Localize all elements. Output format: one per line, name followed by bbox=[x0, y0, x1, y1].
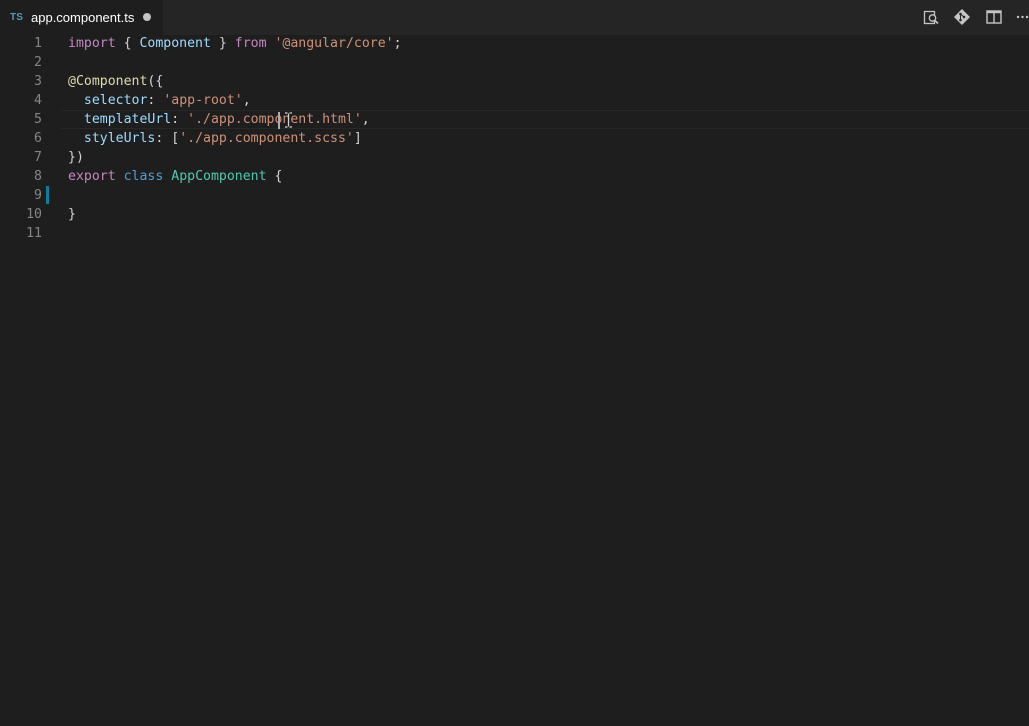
code-token: { bbox=[115, 36, 140, 51]
code-token: ; bbox=[393, 36, 402, 51]
line-number: 4 bbox=[34, 93, 42, 108]
code-line[interactable]: 3 @Component({ bbox=[0, 72, 1029, 91]
split-editor-icon[interactable] bbox=[985, 8, 1003, 26]
code-token: Component bbox=[139, 36, 211, 51]
code-line[interactable]: 10} bbox=[0, 205, 1029, 224]
code-token: } bbox=[68, 207, 76, 222]
code-token: styleUrls bbox=[83, 131, 156, 146]
open-changes-icon[interactable] bbox=[922, 8, 940, 26]
code-token: : bbox=[147, 93, 164, 108]
code-token: './app.component.html' bbox=[187, 112, 362, 127]
code-token: , bbox=[242, 93, 251, 108]
typescript-file-icon: TS bbox=[10, 12, 24, 23]
line-number: 7 bbox=[34, 150, 42, 165]
text-cursor bbox=[278, 112, 280, 129]
line-number: 9 bbox=[34, 188, 42, 203]
code-line[interactable]: 1 import { Component } from '@angular/cor… bbox=[0, 34, 1029, 53]
code-line[interactable]: 4 selector: 'app-root', bbox=[0, 91, 1029, 110]
code-token: '@angular/core' bbox=[274, 36, 394, 51]
code-token: export bbox=[68, 169, 116, 184]
code-token: @Component bbox=[68, 74, 148, 89]
more-actions-icon[interactable] bbox=[1015, 8, 1029, 26]
code-line[interactable]: 6 styleUrls: ['./app.component.scss'] bbox=[0, 129, 1029, 148]
code-token: './app.component.scss' bbox=[179, 131, 354, 146]
tab-label: app.component.ts bbox=[31, 10, 135, 25]
line-number: 6 bbox=[34, 131, 42, 146]
line-code[interactable]: export class AppComponent { bbox=[68, 167, 282, 186]
code-editor[interactable]: 1 import { Component } from '@angular/cor… bbox=[0, 35, 1029, 726]
line-code[interactable]: templateUrl: './app.component.html', bbox=[68, 110, 370, 129]
code-line[interactable]: 7}) bbox=[0, 148, 1029, 167]
editor-tab-bar: TS app.component.ts bbox=[0, 0, 1029, 35]
line-number: 10 bbox=[26, 207, 42, 222]
line-number: 2 bbox=[34, 55, 42, 70]
line-number: 11 bbox=[26, 226, 42, 241]
code-token: templateUrl bbox=[83, 112, 172, 127]
tab-app-component-ts[interactable]: TS app.component.ts bbox=[0, 0, 163, 35]
code-token: } bbox=[210, 36, 235, 51]
code-line[interactable]: 9 bbox=[0, 186, 1029, 205]
code-token: }) bbox=[68, 150, 84, 165]
code-token: ] bbox=[353, 131, 362, 146]
unsaved-dot-icon[interactable] bbox=[143, 13, 151, 21]
git-compare-icon[interactable] bbox=[953, 8, 971, 26]
line-code[interactable]: @Component({ bbox=[68, 72, 163, 91]
line-code[interactable]: selector: 'app-root', bbox=[68, 91, 251, 110]
line-number: 1 bbox=[34, 36, 42, 51]
line-code[interactable]: styleUrls: ['./app.component.scss'] bbox=[68, 129, 362, 148]
code-token: : bbox=[171, 112, 188, 127]
code-token: { bbox=[266, 169, 283, 184]
line-number: 3 bbox=[34, 74, 42, 89]
line-number: 8 bbox=[34, 169, 42, 184]
code-token: : [ bbox=[155, 131, 180, 146]
line-code[interactable]: import { Component } from '@angular/core… bbox=[68, 34, 402, 53]
code-token: from bbox=[234, 36, 267, 51]
line-code[interactable]: } bbox=[68, 205, 76, 224]
code-line[interactable]: 5 templateUrl: './app.component.html', bbox=[0, 110, 1029, 129]
code-line[interactable]: 11 bbox=[0, 224, 1029, 243]
line-code[interactable]: }) bbox=[68, 148, 84, 167]
code-token: class bbox=[123, 169, 164, 184]
code-line[interactable]: 2 bbox=[0, 53, 1029, 72]
code-token: ({ bbox=[147, 74, 164, 89]
code-token: , bbox=[361, 112, 370, 127]
code-token: 'app-root' bbox=[163, 93, 243, 108]
code-token: import bbox=[68, 36, 116, 51]
code-token: AppComponent bbox=[171, 169, 267, 184]
ibeam-cursor-icon bbox=[285, 112, 292, 128]
code-token: selector bbox=[83, 93, 148, 108]
code-line[interactable]: 8 export class AppComponent { bbox=[0, 167, 1029, 186]
line-number: 5 bbox=[34, 112, 42, 127]
